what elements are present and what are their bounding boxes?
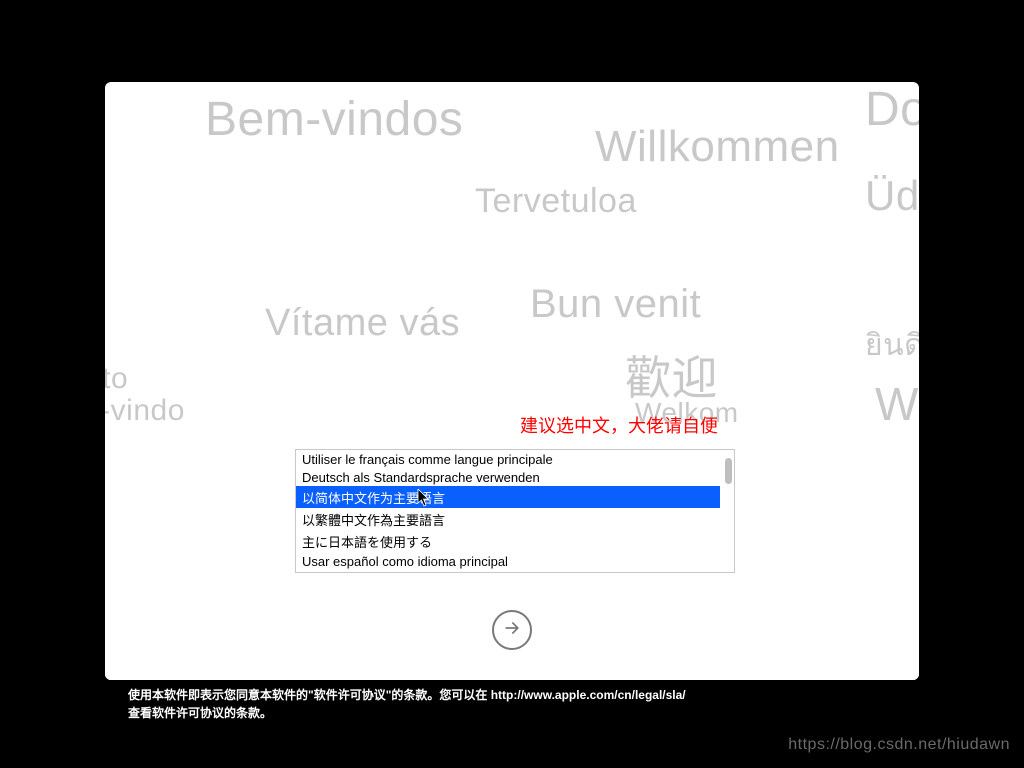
language-option[interactable]: 以简体中文作为主要语言 <box>296 486 720 508</box>
language-option[interactable]: 主に日本語を使用する <box>296 530 720 552</box>
greeting-text: Do <box>865 82 919 137</box>
continue-button[interactable] <box>492 610 532 650</box>
greeting-text: Bem-vindos <box>205 92 463 147</box>
greeting-text: Tervetuloa <box>475 182 637 221</box>
language-option[interactable]: Usa l'italiano come lingua principale <box>296 570 720 573</box>
greeting-text: ยินดี <box>865 322 919 369</box>
greeting-text: uto <box>105 362 128 396</box>
eula-line1-prefix: 使用本软件即表示您同意本软件的"软件许可协议"的条款。您可以在 <box>128 688 491 702</box>
scrollbar-thumb[interactable] <box>725 458 732 484</box>
language-option[interactable]: Utiliser le français comme langue princi… <box>296 450 720 468</box>
eula-line2: 查看软件许可协议的条款。 <box>128 706 272 720</box>
eula-text: 使用本软件即表示您同意本软件的"软件许可协议"的条款。您可以在 http://w… <box>128 686 898 722</box>
language-option[interactable]: Deutsch als Standardsprache verwenden <box>296 468 720 486</box>
arrow-right-icon <box>502 618 522 643</box>
greeting-text: Vítame vás <box>265 302 460 345</box>
eula-url: http://www.apple.com/cn/legal/sla/ <box>491 688 686 702</box>
greeting-text: Bun venit <box>530 282 701 327</box>
watermark-text: https://blog.csdn.net/hiudawn <box>788 736 1010 754</box>
annotation-text: 建议选中文，大佬请自便 <box>520 412 718 438</box>
setup-window: Bem-vindos Willkommen Do Tervetuloa Üd V… <box>105 82 919 680</box>
language-option[interactable]: Usar español como idioma principal <box>296 552 720 570</box>
greeting-text: Üd <box>865 172 919 220</box>
greeting-text: Willkommen <box>595 122 840 172</box>
language-option[interactable]: 以繁體中文作為主要語言 <box>296 508 720 530</box>
language-listbox[interactable]: Utiliser le français comme langue princi… <box>295 449 735 573</box>
